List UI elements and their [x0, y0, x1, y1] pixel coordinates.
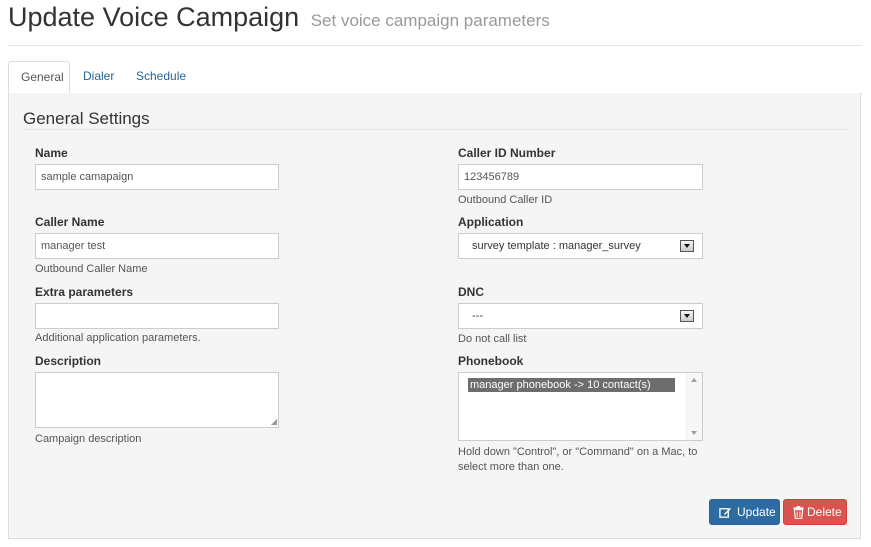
dnc-selected-value: ---	[472, 310, 483, 322]
tab-schedule[interactable]: Schedule	[124, 61, 198, 92]
tab-dialer[interactable]: Dialer	[71, 61, 126, 92]
description-label: Description	[35, 354, 102, 368]
caller-id-input[interactable]	[458, 164, 703, 190]
phonebook-multiselect[interactable]: manager phonebook -> 10 contact(s)	[458, 372, 703, 441]
application-select[interactable]: survey template : manager_survey	[458, 233, 703, 259]
edit-icon	[719, 507, 732, 518]
caller-id-help: Outbound Caller ID	[458, 194, 553, 206]
legend-divider	[23, 129, 849, 130]
tab-general-label: General	[21, 70, 64, 84]
tab-schedule-label: Schedule	[136, 69, 187, 83]
extra-parameters-help: Additional application parameters.	[35, 332, 201, 344]
phonebook-option[interactable]: manager phonebook -> 10 contact(s)	[468, 378, 675, 392]
chevron-down-icon[interactable]	[680, 310, 694, 322]
update-button[interactable]: Update	[709, 499, 780, 525]
phonebook-scrollbar[interactable]	[686, 373, 702, 440]
name-label: Name	[35, 146, 68, 160]
caller-id-label: Caller ID Number	[458, 146, 556, 160]
scroll-down-icon[interactable]	[691, 431, 697, 435]
description-textarea[interactable]: ◢	[35, 372, 279, 428]
scroll-up-icon[interactable]	[691, 378, 697, 382]
page-title-text: Update Voice Campaign	[8, 2, 300, 32]
dnc-help: Do not call list	[458, 333, 527, 345]
page-subtitle: Set voice campaign parameters	[310, 11, 550, 30]
phonebook-label: Phonebook	[458, 354, 524, 368]
page-title: Update Voice Campaign Set voice campaign…	[8, 2, 550, 33]
extra-parameters-label: Extra parameters	[35, 285, 134, 299]
section-legend: General Settings	[23, 109, 150, 128]
extra-parameters-input[interactable]	[35, 303, 279, 329]
name-input[interactable]	[35, 164, 279, 190]
description-help: Campaign description	[35, 433, 142, 445]
update-button-label: Update	[737, 505, 776, 519]
tab-general[interactable]: General	[8, 61, 70, 94]
caller-name-help: Outbound Caller Name	[35, 263, 148, 275]
page-header: Update Voice Campaign Set voice campaign…	[8, 0, 862, 46]
application-label: Application	[458, 215, 524, 229]
trash-icon	[793, 506, 804, 519]
general-settings-panel: General Settings Name Caller Name Outbou…	[8, 93, 861, 539]
caller-name-input[interactable]	[35, 233, 279, 259]
tab-dialer-label: Dialer	[83, 69, 115, 83]
dnc-select[interactable]: ---	[458, 303, 703, 329]
phonebook-help: Hold down "Control", or "Command" on a M…	[458, 446, 698, 473]
delete-button[interactable]: Delete	[783, 499, 847, 525]
application-selected-value: survey template : manager_survey	[472, 240, 641, 252]
chevron-down-icon[interactable]	[680, 240, 694, 252]
caller-name-label: Caller Name	[35, 215, 105, 229]
tab-bar: General Dialer Schedule	[8, 61, 862, 94]
delete-button-label: Delete	[807, 505, 842, 519]
dnc-label: DNC	[458, 285, 484, 299]
resize-grip-icon[interactable]: ◢	[271, 418, 277, 426]
